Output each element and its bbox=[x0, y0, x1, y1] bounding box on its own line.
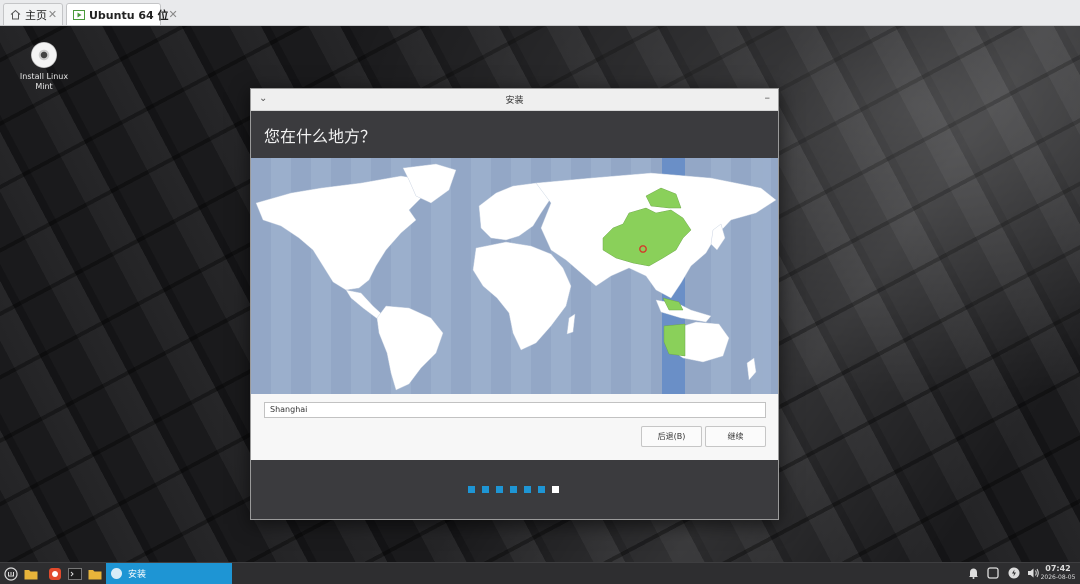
progress-step-7-current bbox=[552, 486, 559, 493]
tab-home[interactable]: 主页 ✕ bbox=[3, 3, 63, 25]
software-manager-icon[interactable] bbox=[47, 566, 63, 582]
progress-step-2 bbox=[482, 486, 489, 493]
notifications-icon[interactable] bbox=[966, 566, 980, 580]
home-icon bbox=[10, 9, 21, 21]
close-icon[interactable]: ✕ bbox=[169, 8, 178, 21]
clock-time: 07:42 bbox=[1045, 564, 1071, 573]
file-manager-icon[interactable] bbox=[87, 566, 103, 582]
progress-step-1 bbox=[468, 486, 475, 493]
taskbar: 安装 07:42 2026-08-05 bbox=[0, 562, 1080, 584]
continue-button[interactable]: 继续 bbox=[705, 426, 766, 447]
progress-step-3 bbox=[496, 486, 503, 493]
disc-icon bbox=[31, 42, 57, 68]
world-map[interactable] bbox=[251, 158, 778, 394]
menu-button[interactable] bbox=[3, 566, 19, 582]
taskbar-window-label: 安装 bbox=[128, 570, 147, 580]
tab-home-label: 主页 bbox=[25, 8, 47, 22]
desktop-icon-label: Install Linux Mint bbox=[19, 72, 69, 91]
close-icon[interactable]: ✕ bbox=[47, 8, 58, 21]
display-icon[interactable] bbox=[986, 566, 1000, 580]
installer-progress-footer bbox=[251, 460, 778, 519]
page-title-bar: 您在什么地方？ bbox=[251, 111, 778, 158]
progress-step-4 bbox=[510, 486, 517, 493]
terminal-icon[interactable] bbox=[67, 566, 83, 582]
clock-date: 2026-08-05 bbox=[1040, 574, 1076, 581]
progress-step-6 bbox=[538, 486, 545, 493]
clock[interactable]: 07:42 2026-08-05 bbox=[1038, 564, 1078, 582]
minimize-icon[interactable]: – bbox=[765, 91, 771, 104]
folder-icon[interactable] bbox=[23, 566, 39, 582]
installer-app-icon bbox=[111, 568, 122, 579]
window-titlebar[interactable]: ⌄ 安装 – bbox=[251, 89, 778, 111]
page-title: 您在什么地方？ bbox=[264, 126, 377, 146]
power-icon[interactable] bbox=[1007, 566, 1021, 580]
vm-tab-bar: 主页 ✕ Ubuntu 64 位 ✕ bbox=[0, 0, 1080, 26]
progress-step-5 bbox=[524, 486, 531, 493]
desktop-icon-install-linux-mint[interactable]: Install Linux Mint bbox=[18, 42, 70, 92]
timezone-input[interactable]: Shanghai bbox=[264, 402, 766, 418]
progress-dots bbox=[468, 486, 559, 493]
window-title: 安装 bbox=[505, 96, 524, 106]
tab-ubuntu-vm-label: Ubuntu 64 位 bbox=[89, 8, 169, 22]
back-button[interactable]: 后退(B) bbox=[641, 426, 702, 447]
timezone-map[interactable] bbox=[251, 158, 778, 394]
taskbar-window-installer[interactable]: 安装 bbox=[106, 563, 232, 584]
vm-play-icon bbox=[73, 9, 85, 21]
tab-ubuntu-vm[interactable]: Ubuntu 64 位 ✕ bbox=[66, 3, 178, 25]
installer-window: ⌄ 安装 – 您在什么地方？ Shanghai 后退(B) 继续 bbox=[250, 88, 779, 520]
chevron-down-icon[interactable]: ⌄ bbox=[259, 93, 267, 104]
